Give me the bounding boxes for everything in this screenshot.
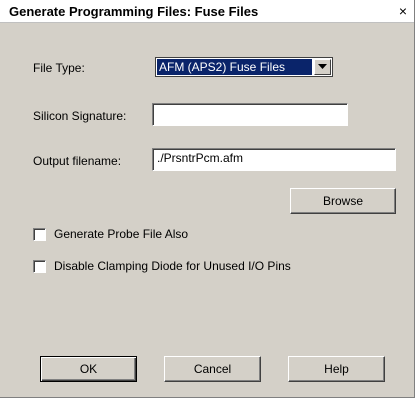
output-filename-input[interactable]: ./PrsntrPcm.afm — [152, 148, 396, 171]
close-icon[interactable]: × — [395, 3, 411, 19]
output-filename-label: Output filename: — [33, 154, 122, 168]
title-bar[interactable]: Generate Programming Files: Fuse Files × — [0, 0, 414, 23]
help-button[interactable]: Help — [288, 356, 385, 382]
file-type-dropdown[interactable]: AFM (APS2) Fuse Files — [155, 57, 333, 77]
fuse-files-dialog: Generate Programming Files: Fuse Files ×… — [0, 0, 415, 398]
dialog-title: Generate Programming Files: Fuse Files — [9, 4, 259, 19]
probe-file-checkbox[interactable] — [33, 228, 46, 241]
disable-clamping-label: Disable Clamping Diode for Unused I/O Pi… — [54, 259, 291, 273]
silicon-signature-label: Silicon Signature: — [33, 109, 127, 123]
probe-file-label: Generate Probe File Also — [54, 227, 189, 241]
file-type-label: File Type: — [33, 61, 85, 75]
browse-button[interactable]: Browse — [290, 188, 396, 214]
file-type-selected-value: AFM (APS2) Fuse Files — [157, 59, 312, 75]
disable-clamping-checkbox[interactable] — [33, 260, 46, 273]
silicon-signature-input[interactable] — [152, 103, 348, 126]
cancel-button[interactable]: Cancel — [164, 356, 261, 382]
dropdown-arrow-icon[interactable] — [314, 59, 331, 75]
ok-button[interactable]: OK — [40, 356, 137, 382]
